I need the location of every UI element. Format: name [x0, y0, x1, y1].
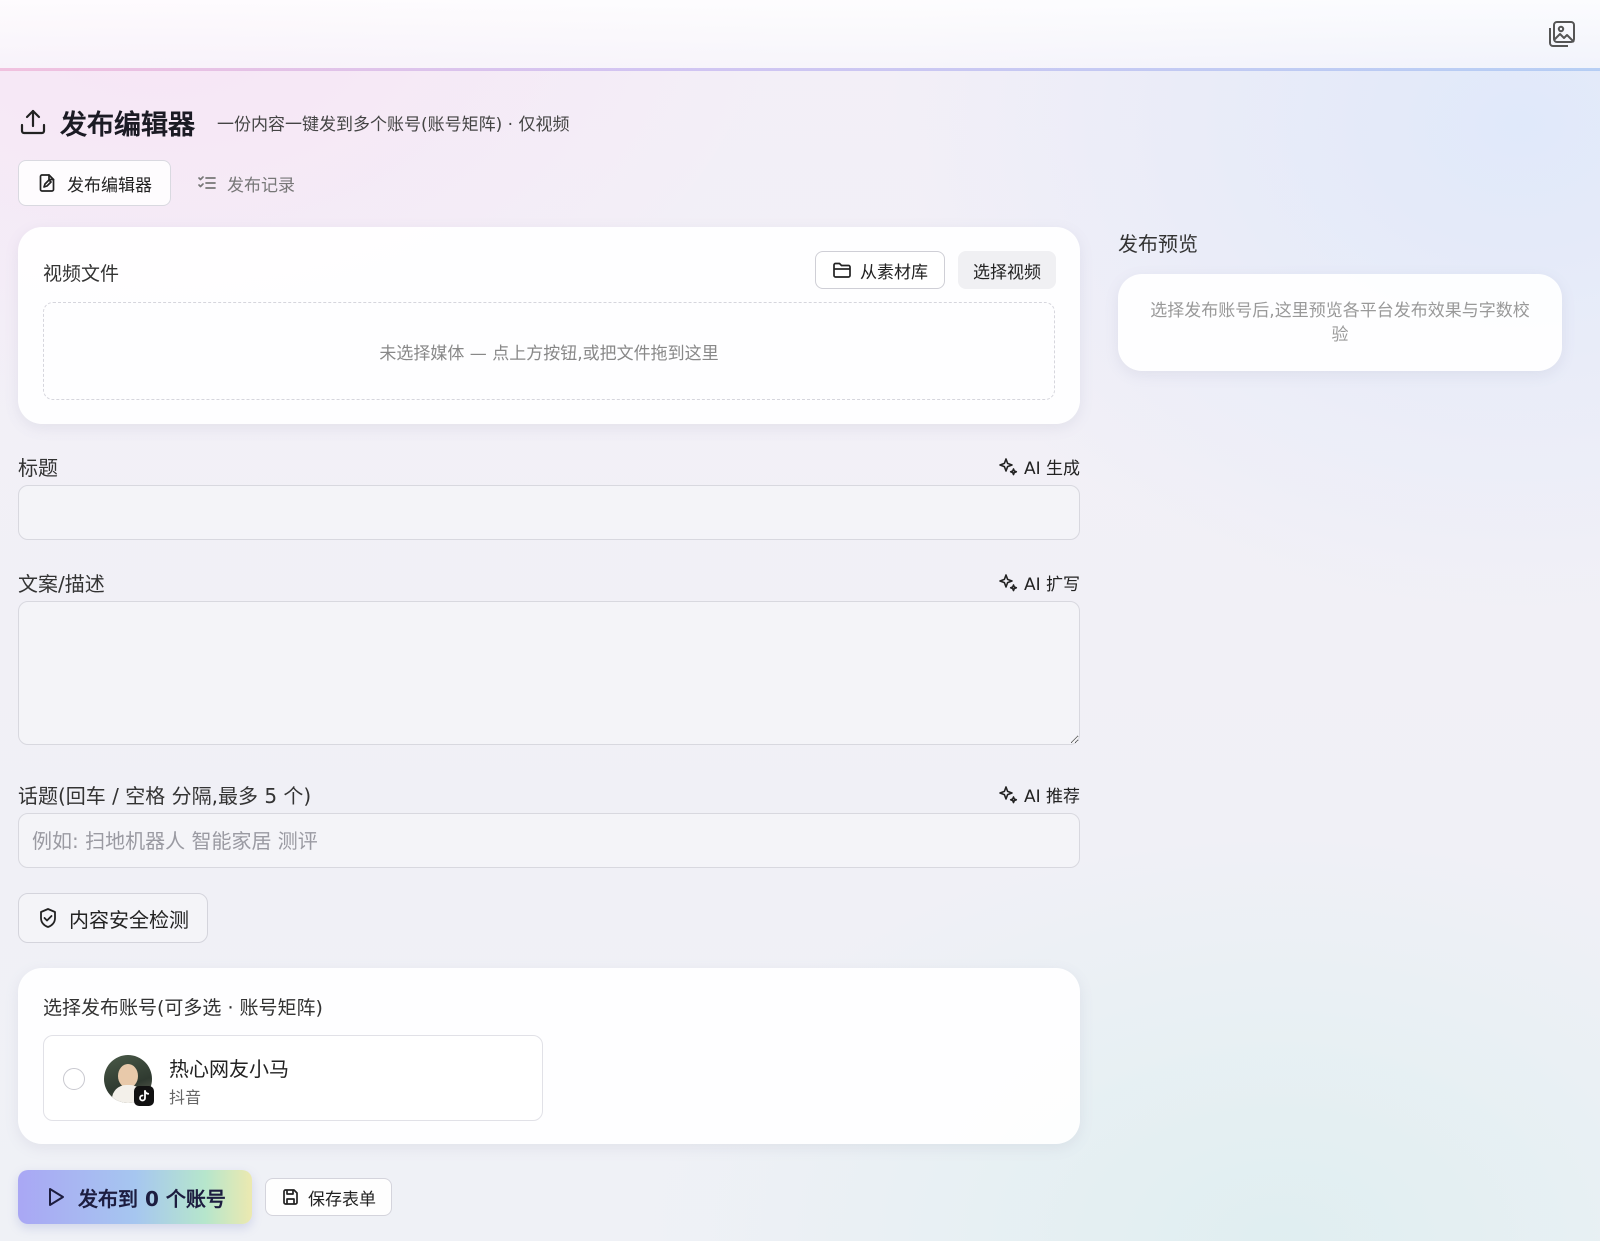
- save-form-button[interactable]: 保存表单: [265, 1178, 392, 1216]
- description-label: 文案/描述: [18, 572, 105, 596]
- account-select-card: 选择发布账号(可多选 · 账号矩阵) 热心网友小马 抖音: [18, 968, 1080, 1144]
- page-subtitle: 一份内容一键发到多个账号(账号矩阵) · 仅视频: [217, 114, 570, 135]
- sparkle-icon: [999, 457, 1018, 475]
- play-icon: [49, 1188, 64, 1206]
- tab-bar: 发布编辑器 发布记录: [18, 160, 313, 206]
- select-video-button[interactable]: 选择视频: [958, 251, 1056, 289]
- ai-expand-label: AI 扩写: [1023, 575, 1080, 595]
- shield-check-icon: [40, 908, 56, 928]
- from-library-label: 从素材库: [860, 262, 928, 283]
- content-safety-button[interactable]: 内容安全检测: [18, 893, 208, 943]
- tab-label: 发布记录: [227, 175, 295, 196]
- ai-generate-button[interactable]: AI 生成: [998, 454, 1080, 479]
- save-icon: [283, 1188, 298, 1205]
- save-form-label: 保存表单: [308, 1189, 376, 1210]
- sparkle-icon: [999, 785, 1018, 803]
- page-header: 发布编辑器 一份内容一键发到多个账号(账号矩阵) · 仅视频: [18, 102, 569, 142]
- tiktok-icon: [134, 1086, 154, 1106]
- ai-expand-button[interactable]: AI 扩写: [998, 570, 1080, 595]
- preview-title: 发布预览: [1118, 232, 1198, 256]
- tab-label: 发布编辑器: [67, 175, 152, 196]
- ai-generate-label: AI 生成: [1023, 459, 1080, 479]
- preview-card: 选择发布账号后,这里预览各平台发布效果与字数校验: [1118, 274, 1562, 371]
- media-dropzone[interactable]: 未选择媒体 — 点上方按钮,或把文件拖到这里: [43, 302, 1055, 400]
- file-edit-icon: [39, 174, 55, 192]
- account-select-label: 选择发布账号(可多选 · 账号矩阵): [43, 997, 323, 1019]
- folder-icon: [833, 262, 851, 278]
- video-file-label: 视频文件: [43, 263, 120, 285]
- account-item[interactable]: 热心网友小马 抖音: [43, 1035, 543, 1121]
- topics-label: 话题(回车 / 空格 分隔,最多 5 个): [18, 784, 312, 808]
- tab-publish-editor[interactable]: 发布编辑器: [18, 160, 171, 206]
- image-gallery-icon[interactable]: [1546, 18, 1578, 50]
- title-input[interactable]: [18, 485, 1080, 540]
- tab-publish-history[interactable]: 发布记录: [179, 160, 313, 206]
- top-bar: [0, 0, 1600, 70]
- video-file-card: 视频文件 从素材库 选择视频 未选择媒体 — 点上方按钮,或把文件拖到这里: [18, 227, 1080, 424]
- select-video-label: 选择视频: [973, 262, 1041, 283]
- account-platform: 抖音: [169, 1088, 202, 1107]
- publish-button[interactable]: 发布到 0 个账号: [18, 1170, 252, 1224]
- title-label: 标题: [18, 456, 58, 480]
- content-safety-label: 内容安全检测: [69, 907, 189, 932]
- account-radio[interactable]: [63, 1068, 85, 1090]
- upload-icon: [20, 109, 46, 135]
- sparkle-icon: [999, 573, 1018, 591]
- topics-input[interactable]: [18, 813, 1080, 868]
- page-title: 发布编辑器: [60, 109, 195, 141]
- top-bar-accent-line: [0, 68, 1600, 71]
- dropzone-text: 未选择媒体 — 点上方按钮,或把文件拖到这里: [379, 343, 719, 364]
- checklist-icon: [198, 176, 216, 189]
- account-name: 热心网友小马: [169, 1057, 289, 1081]
- publish-label: 发布到 0 个账号: [78, 1186, 226, 1211]
- ai-recommend-button[interactable]: AI 推荐: [998, 782, 1080, 807]
- preview-empty-text: 选择发布账号后,这里预览各平台发布效果与字数校验: [1150, 300, 1530, 345]
- ai-recommend-label: AI 推荐: [1023, 787, 1080, 807]
- description-textarea[interactable]: [18, 601, 1080, 745]
- from-library-button[interactable]: 从素材库: [815, 251, 945, 289]
